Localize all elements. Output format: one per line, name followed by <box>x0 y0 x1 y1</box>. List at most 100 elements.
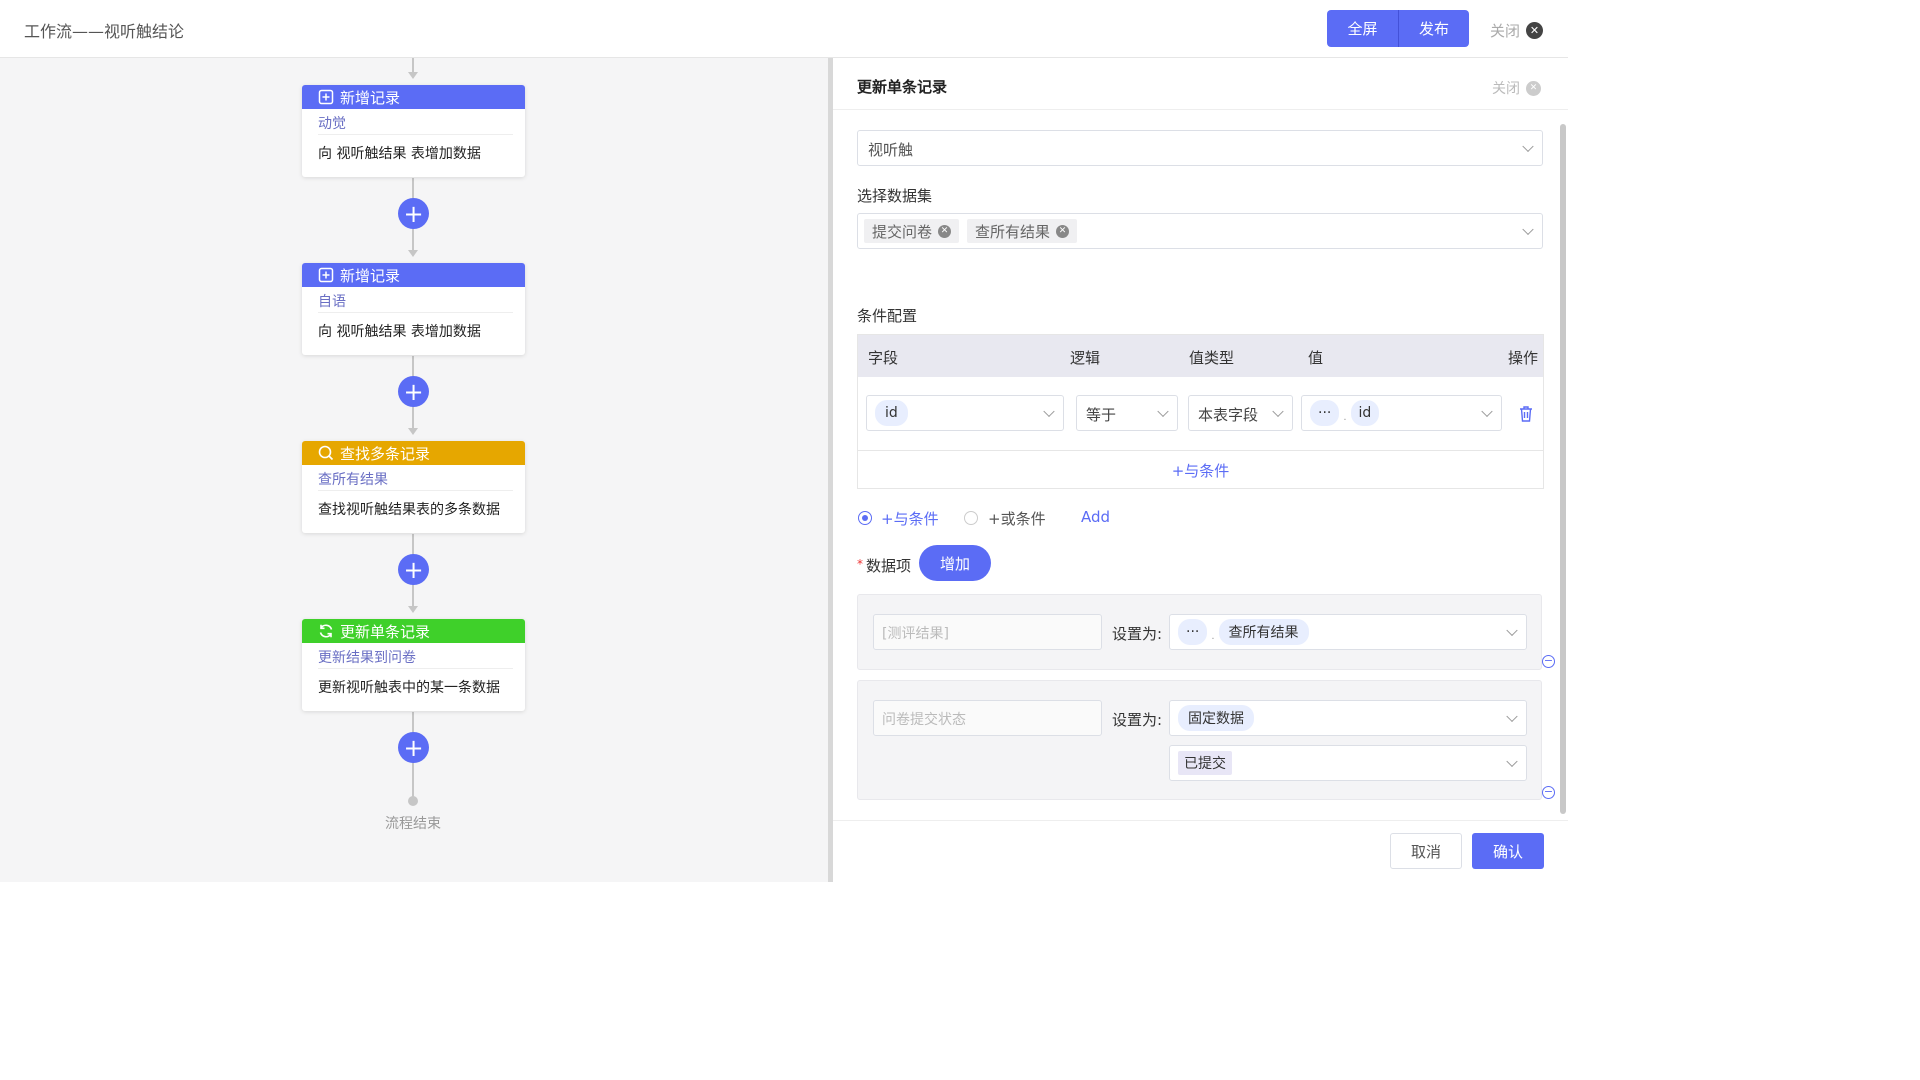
or-condition-radio[interactable] <box>964 511 978 525</box>
condition-value-select[interactable]: ··· . id <box>1301 395 1502 431</box>
condition-config-label: 条件配置 <box>857 307 918 325</box>
remove-data-item-icon[interactable]: − <box>1542 655 1555 668</box>
add-link[interactable]: Add <box>1081 508 1110 526</box>
panel-title: 更新单条记录 <box>857 78 948 96</box>
data-item-field-input[interactable]: [测评结果] <box>873 614 1102 650</box>
data-item: 问卷提交状态 设置为: 固定数据 已提交 <box>857 680 1542 800</box>
node-name: 查所有结果 <box>318 469 513 491</box>
or-condition-label[interactable]: +或条件 <box>988 508 1046 529</box>
set-as-label: 设置为: <box>1112 625 1163 643</box>
column-logic: 逻辑 <box>1070 349 1101 367</box>
connector-line <box>412 58 414 72</box>
close-icon: ✕ <box>1526 22 1544 39</box>
condition-table: 字段 逻辑 值类型 值 操作 id 等于 本表字段 ··· . id +与条件 <box>857 334 1544 489</box>
value-pill: id <box>1350 400 1380 426</box>
column-field: 字段 <box>868 349 899 367</box>
and-condition-label[interactable]: +与条件 <box>881 508 939 529</box>
data-item-fixed-value-select[interactable]: 已提交 <box>1169 745 1527 781</box>
data-item: [测评结果] 设置为: ··· . 查所有结果 <box>857 594 1542 670</box>
remove-tag-icon[interactable]: ✕ <box>1056 224 1070 238</box>
column-value-type: 值类型 <box>1189 349 1235 367</box>
node-type: 查找多条记录 <box>340 444 431 463</box>
table-select-value: 视听触 <box>868 141 914 159</box>
value-pill: 固定数据 <box>1178 705 1254 731</box>
flow-node-add-record-2[interactable]: 新增记录 自语 向 视听触结果 表增加数据 <box>302 263 525 355</box>
node-header: 查找多条记录 <box>302 441 525 465</box>
remove-data-item-icon[interactable]: − <box>1542 786 1555 799</box>
dataset-tag-label: 查所有结果 <box>975 222 1051 241</box>
node-description: 更新视听触表中的某一条数据 <box>318 680 500 696</box>
confirm-button[interactable]: 确认 <box>1472 833 1544 869</box>
flow-node-find-records[interactable]: 查找多条记录 查所有结果 查找视听触结果表的多条数据 <box>302 441 525 533</box>
value-pills: ··· . id <box>1310 400 1380 426</box>
dataset-tag-label: 提交问卷 <box>872 222 933 241</box>
condition-table-header: 字段 逻辑 值类型 值 操作 <box>858 335 1543 377</box>
close-icon: ✕ <box>1526 80 1541 96</box>
top-bar: 工作流——视听触结论 全屏 发布 关闭 ✕ <box>0 0 1568 58</box>
chevron-down-icon <box>1522 140 1534 153</box>
add-node-button[interactable]: + <box>398 198 429 229</box>
chevron-down-icon <box>1522 223 1534 236</box>
condition-value-type-select[interactable]: 本表字段 <box>1188 395 1293 431</box>
cancel-button[interactable]: 取消 <box>1390 833 1462 869</box>
add-and-condition-link[interactable]: +与条件 <box>858 451 1543 488</box>
search-icon <box>318 445 334 461</box>
required-mark: * <box>857 557 863 571</box>
dataset-label: 选择数据集 <box>857 187 933 205</box>
node-description: 向 视听触结果 表增加数据 <box>318 146 481 162</box>
close-workflow-button[interactable]: 关闭 ✕ <box>1490 20 1544 41</box>
panel-close-button[interactable]: 关闭 ✕ <box>1492 78 1541 98</box>
panel-close-label: 关闭 <box>1492 81 1520 97</box>
add-node-button[interactable]: + <box>398 732 429 763</box>
column-action: 操作 <box>1508 349 1539 367</box>
chevron-down-icon <box>1506 755 1518 768</box>
close-label: 关闭 <box>1490 22 1521 40</box>
add-node-button[interactable]: + <box>398 554 429 585</box>
set-as-label: 设置为: <box>1112 711 1163 729</box>
workflow-canvas: + + + + 流程结束 新增记录 动觉 向 视听触结果 表增加数据 新增记录 … <box>0 58 828 882</box>
header-button-group: 全屏 发布 <box>1327 10 1469 47</box>
config-panel: 更新单条记录 关闭 ✕ 视听触 选择数据集 提交问卷 ✕ 查所有结果 ✕ 条件配… <box>833 58 1568 882</box>
panel-scrollbar[interactable] <box>1560 124 1566 814</box>
data-items-label: 数据项 <box>866 557 912 575</box>
remove-tag-icon[interactable]: ✕ <box>938 224 952 238</box>
fullscreen-button[interactable]: 全屏 <box>1327 10 1398 47</box>
node-header: 新增记录 <box>302 263 525 287</box>
column-value: 值 <box>1308 349 1324 367</box>
flow-node-update-record[interactable]: 更新单条记录 更新结果到问卷 更新视听触表中的某一条数据 <box>302 619 525 711</box>
publish-button[interactable]: 发布 <box>1398 10 1469 47</box>
node-header: 更新单条记录 <box>302 619 525 643</box>
dataset-tag: 提交问卷 ✕ <box>864 219 960 243</box>
data-item-field-input[interactable]: 问卷提交状态 <box>873 700 1102 736</box>
path-separator: . <box>1211 630 1215 642</box>
connector-arrow <box>408 72 418 79</box>
dataset-tags: 提交问卷 ✕ 查所有结果 ✕ <box>864 219 1078 243</box>
fixed-value-tag: 已提交 <box>1178 751 1232 775</box>
end-dot <box>408 796 418 806</box>
condition-field-select[interactable]: id <box>866 395 1064 431</box>
value-type-value: 本表字段 <box>1198 406 1259 424</box>
logic-value: 等于 <box>1086 406 1117 424</box>
panel-footer: 取消 确认 <box>833 820 1568 882</box>
node-name: 自语 <box>318 291 513 313</box>
node-type: 新增记录 <box>340 88 401 107</box>
connector-arrow <box>408 250 418 257</box>
add-node-button[interactable]: + <box>398 376 429 407</box>
condition-logic-select[interactable]: 等于 <box>1076 395 1178 431</box>
delete-icon[interactable] <box>1518 405 1534 427</box>
data-item-value-select[interactable]: 固定数据 <box>1169 700 1527 736</box>
table-select[interactable]: 视听触 <box>857 130 1543 166</box>
chevron-down-icon <box>1506 624 1518 637</box>
node-description: 向 视听触结果 表增加数据 <box>318 324 481 340</box>
node-name: 动觉 <box>318 113 513 135</box>
page-title: 工作流——视听触结论 <box>24 22 185 41</box>
flow-node-add-record-1[interactable]: 新增记录 动觉 向 视听触结果 表增加数据 <box>302 85 525 177</box>
dataset-select[interactable]: 提交问卷 ✕ 查所有结果 ✕ <box>857 213 1543 249</box>
node-name: 更新结果到问卷 <box>318 647 513 669</box>
chevron-down-icon <box>1481 405 1493 418</box>
add-data-item-button[interactable]: 增加 <box>919 545 991 581</box>
flow-end-label: 流程结束 <box>385 816 441 832</box>
and-condition-radio[interactable] <box>858 511 872 525</box>
data-item-value-select[interactable]: ··· . 查所有结果 <box>1169 614 1527 650</box>
plus-square-icon <box>318 89 334 105</box>
